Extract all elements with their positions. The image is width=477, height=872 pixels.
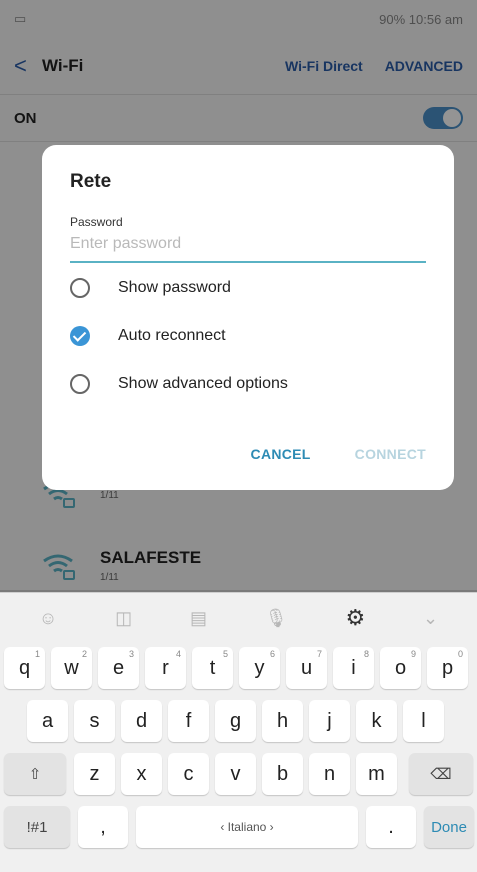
key-o[interactable]: o9	[380, 647, 421, 689]
key-c[interactable]: c	[168, 753, 209, 795]
key-v[interactable]: v	[215, 753, 256, 795]
key-f[interactable]: f	[168, 700, 209, 742]
key-j[interactable]: j	[309, 700, 350, 742]
key-z[interactable]: z	[74, 753, 115, 795]
option-label: Show advanced options	[118, 375, 288, 392]
auto-reconnect-option[interactable]: Auto reconnect	[70, 313, 426, 359]
key-i[interactable]: i8	[333, 647, 374, 689]
settings-icon[interactable]: ⚙	[345, 605, 365, 631]
key-l[interactable]: l	[403, 700, 444, 742]
key-y[interactable]: y6	[239, 647, 280, 689]
mic-icon[interactable]: 🎙︎	[265, 608, 288, 629]
backspace-key[interactable]: ⌫	[409, 753, 473, 795]
key-g[interactable]: g	[215, 700, 256, 742]
done-key[interactable]: Done	[424, 806, 474, 848]
period-key[interactable]: .	[366, 806, 416, 848]
key-x[interactable]: x	[121, 753, 162, 795]
password-label: Password	[70, 215, 123, 229]
on-screen-keyboard: ☺ ◫ ▤ 🎙︎ ⚙ ⌄ q1w2e3r4t5y6u7i8o9p0 asdfghj…	[0, 592, 477, 872]
key-a[interactable]: a	[27, 700, 68, 742]
space-bar[interactable]: ‹ Italiano ›	[136, 806, 358, 848]
show-advanced-options-option[interactable]: Show advanced options	[70, 361, 426, 407]
show-password-option[interactable]: Show password	[70, 265, 426, 311]
option-label: Show password	[118, 279, 231, 296]
symbols-key[interactable]: !#1	[4, 806, 70, 848]
unchecked-circle-icon[interactable]	[70, 278, 90, 298]
dialog-actions: CANCEL CONNECT	[251, 446, 426, 462]
key-q[interactable]: q1	[4, 647, 45, 689]
cancel-button[interactable]: CANCEL	[251, 446, 311, 462]
key-u[interactable]: u7	[286, 647, 327, 689]
unchecked-circle-icon[interactable]	[70, 374, 90, 394]
key-d[interactable]: d	[121, 700, 162, 742]
sticker-icon[interactable]: ◫	[115, 608, 132, 629]
key-k[interactable]: k	[356, 700, 397, 742]
dialog-title: Rete	[70, 171, 112, 192]
key-n[interactable]: n	[309, 753, 350, 795]
key-s[interactable]: s	[74, 700, 115, 742]
shift-key[interactable]: ⇧	[4, 753, 66, 795]
key-m[interactable]: m	[356, 753, 397, 795]
keyboard-toolbar: ☺ ◫ ▤ 🎙︎ ⚙ ⌄	[0, 593, 477, 643]
comma-key[interactable]: ,	[78, 806, 128, 848]
checked-circle-icon[interactable]	[70, 326, 90, 346]
key-b[interactable]: b	[262, 753, 303, 795]
chevron-down-icon[interactable]: ⌄	[423, 608, 438, 629]
emoji-icon[interactable]: ☺	[39, 608, 57, 629]
password-input[interactable]	[70, 229, 426, 263]
wifi-password-dialog: Rete Password Show password Auto reconne…	[42, 145, 454, 490]
key-p[interactable]: p0	[427, 647, 468, 689]
key-e[interactable]: e3	[98, 647, 139, 689]
connect-button[interactable]: CONNECT	[355, 446, 426, 462]
key-h[interactable]: h	[262, 700, 303, 742]
option-label: Auto reconnect	[118, 327, 226, 344]
clipboard-icon[interactable]: ▤	[190, 608, 207, 629]
key-r[interactable]: r4	[145, 647, 186, 689]
key-w[interactable]: w2	[51, 647, 92, 689]
key-t[interactable]: t5	[192, 647, 233, 689]
